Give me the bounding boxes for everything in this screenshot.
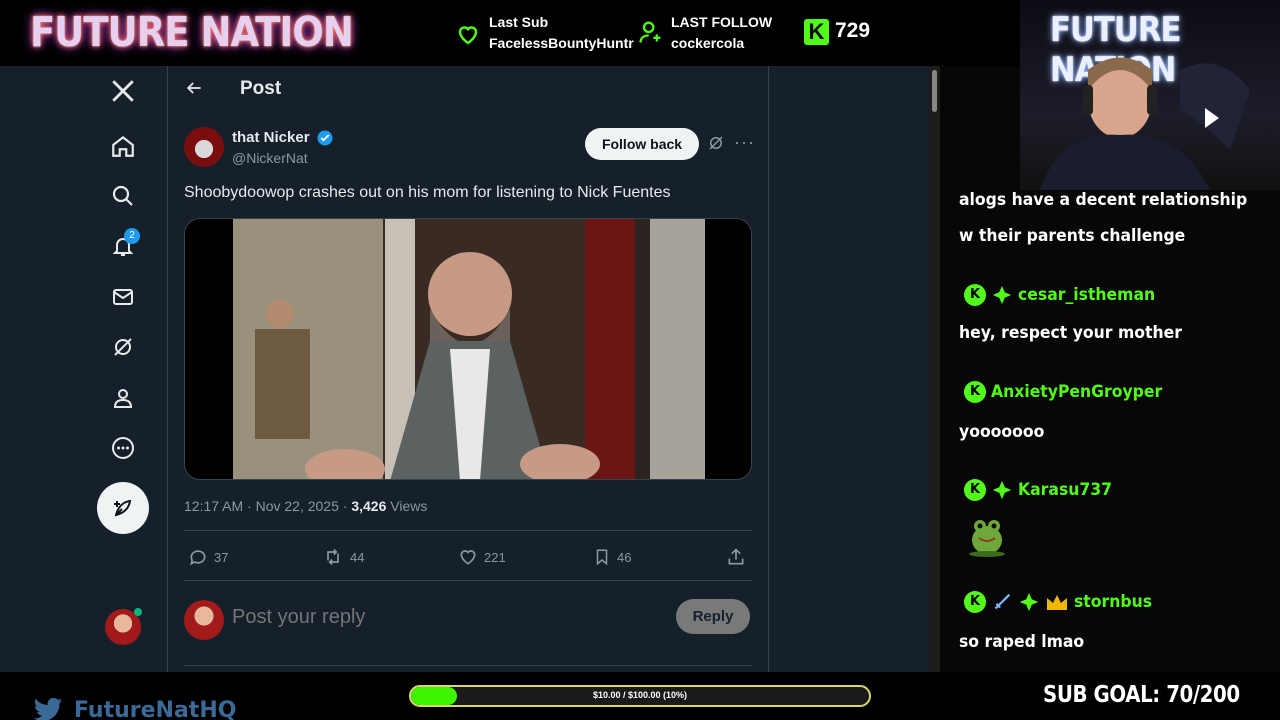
grok-icon[interactable] xyxy=(707,134,725,157)
grok-icon[interactable] xyxy=(108,332,138,362)
top-overlay-bar: FUTURE NATION Last Sub FacelessBountyHun… xyxy=(0,0,940,66)
views-label: Views xyxy=(386,498,428,514)
back-arrow-icon[interactable] xyxy=(184,78,204,103)
x-logo-icon[interactable] xyxy=(108,76,138,106)
x-post-page: 2 Post that Nicker @NickerNat Follow bac… xyxy=(0,66,940,672)
post-column: Post that Nicker @NickerNat Follow back … xyxy=(168,66,769,672)
divider xyxy=(184,665,752,666)
chat-message-text: yooooooo xyxy=(959,422,1045,442)
bottom-overlay-bar: FutureNatHQ $10.00 / $100.00 (10%) SUB G… xyxy=(0,672,1280,720)
chat-message-text: so raped lmao xyxy=(959,632,1085,652)
profile-icon[interactable] xyxy=(108,383,138,413)
mail-icon[interactable] xyxy=(108,282,138,312)
last-sub-label: Last Sub xyxy=(489,14,549,30)
verified-badge-icon xyxy=(316,129,334,152)
share-icon xyxy=(728,548,744,565)
kick-badge-icon: K xyxy=(964,479,986,501)
kick-logo-icon: K xyxy=(804,19,829,45)
scrollbar[interactable] xyxy=(929,66,940,672)
chat-username[interactable]: cesar_istheman xyxy=(1018,285,1155,305)
sparkle-badge-icon xyxy=(992,285,1012,305)
chat-message-text: hey, respect your mother xyxy=(959,323,1182,343)
chat-username[interactable]: stornbus xyxy=(1074,592,1152,612)
last-follow-name: cockercola xyxy=(671,35,745,51)
repost-count: 44 xyxy=(350,549,365,565)
last-follow-label: LAST FOLLOW xyxy=(671,14,773,30)
crown-badge-icon xyxy=(1047,595,1067,610)
last-sub-name: FacelessBountyHuntr xyxy=(489,35,634,51)
streamer-image xyxy=(1040,57,1250,190)
progress-text: $10.00 / $100.00 (10%) xyxy=(592,690,688,700)
donation-progress-bar: $10.00 / $100.00 (10%) xyxy=(409,685,871,707)
bookmark-count: 46 xyxy=(617,549,632,565)
twitter-bird-icon xyxy=(33,698,63,720)
heart-icon xyxy=(460,550,476,565)
chat-username[interactable]: Karasu737 xyxy=(1018,480,1112,500)
like-count: 221 xyxy=(484,549,506,565)
view-count: 3,426 xyxy=(351,498,387,514)
post-meta: 12:17 AM · Nov 22, 2025 · 3,426 Views xyxy=(184,498,427,514)
chat-username-row: K stornbus xyxy=(964,591,1159,613)
online-status-dot xyxy=(134,608,142,616)
sparkle-badge-icon xyxy=(1019,592,1039,612)
scrollbar-thumb[interactable] xyxy=(932,70,937,112)
reply-count: 37 xyxy=(214,549,229,565)
kick-badge-icon: K xyxy=(964,284,986,306)
heart-icon xyxy=(455,22,481,52)
share-action[interactable] xyxy=(726,546,746,568)
bookmark-action[interactable]: 46 xyxy=(593,546,631,568)
divider xyxy=(184,580,752,581)
chat-username-row: K Karasu737 xyxy=(964,479,1120,501)
bell-icon[interactable]: 2 xyxy=(108,228,140,261)
reply-avatar xyxy=(184,600,224,640)
brand-logo: FUTURE NATION xyxy=(30,8,354,56)
chat-username-row: K AnxietyPenGroyper xyxy=(964,381,1177,403)
sword-badge-icon xyxy=(994,593,1011,610)
reply-action[interactable]: 37 xyxy=(188,546,228,568)
kick-badge-icon: K xyxy=(964,381,986,403)
chat-message-text: alogs have a decent relationship xyxy=(959,190,1248,210)
add-user-icon xyxy=(637,18,665,52)
post-text: Shoobydoowop crashes out on his mom for … xyxy=(184,184,671,201)
repost-icon xyxy=(327,548,339,566)
notification-count-badge: 2 xyxy=(124,228,140,244)
post-timestamp[interactable]: 12:17 AM · Nov 22, 2025 · xyxy=(184,498,351,514)
home-icon[interactable] xyxy=(108,131,138,161)
sub-goal-label: SUB GOAL: 70/200 xyxy=(1043,682,1240,708)
more-options-icon[interactable] xyxy=(108,433,138,463)
bookmark-icon xyxy=(596,549,608,566)
video-frame xyxy=(185,219,751,479)
post-video[interactable] xyxy=(184,218,752,480)
twitter-handle: FutureNatHQ xyxy=(74,698,237,720)
webcam-feed: FUTURE NATION xyxy=(1020,0,1280,190)
kick-badge-icon: K xyxy=(964,591,986,613)
feather-icon xyxy=(114,499,132,517)
author-handle[interactable]: @NickerNat xyxy=(232,150,308,166)
frog-emote-icon xyxy=(969,520,1005,557)
search-icon[interactable] xyxy=(108,181,138,211)
follow-back-button[interactable]: Follow back xyxy=(585,128,699,160)
author-avatar[interactable] xyxy=(184,127,224,167)
reply-input[interactable] xyxy=(232,606,632,629)
like-action[interactable]: 221 xyxy=(458,546,506,568)
sparkle-badge-icon xyxy=(992,480,1012,500)
repost-action[interactable]: 44 xyxy=(322,546,364,568)
chat-username[interactable]: AnxietyPenGroyper xyxy=(991,382,1162,402)
compose-post-button[interactable] xyxy=(97,482,149,534)
chat-username-row: K cesar_istheman xyxy=(964,284,1167,306)
divider xyxy=(184,530,752,531)
chat-message-text: w their parents challenge xyxy=(959,226,1186,246)
more-icon[interactable]: ··· xyxy=(734,132,755,153)
left-navigation: 2 xyxy=(0,66,168,672)
kick-viewer-count: 729 xyxy=(835,19,871,42)
comment-icon xyxy=(190,550,206,566)
stream-overlay: { "overlay": { "brand": "FUTURE NATION",… xyxy=(0,0,1280,720)
author-name[interactable]: that Nicker xyxy=(232,129,310,146)
reply-button[interactable]: Reply xyxy=(676,599,750,634)
page-title: Post xyxy=(240,78,282,99)
